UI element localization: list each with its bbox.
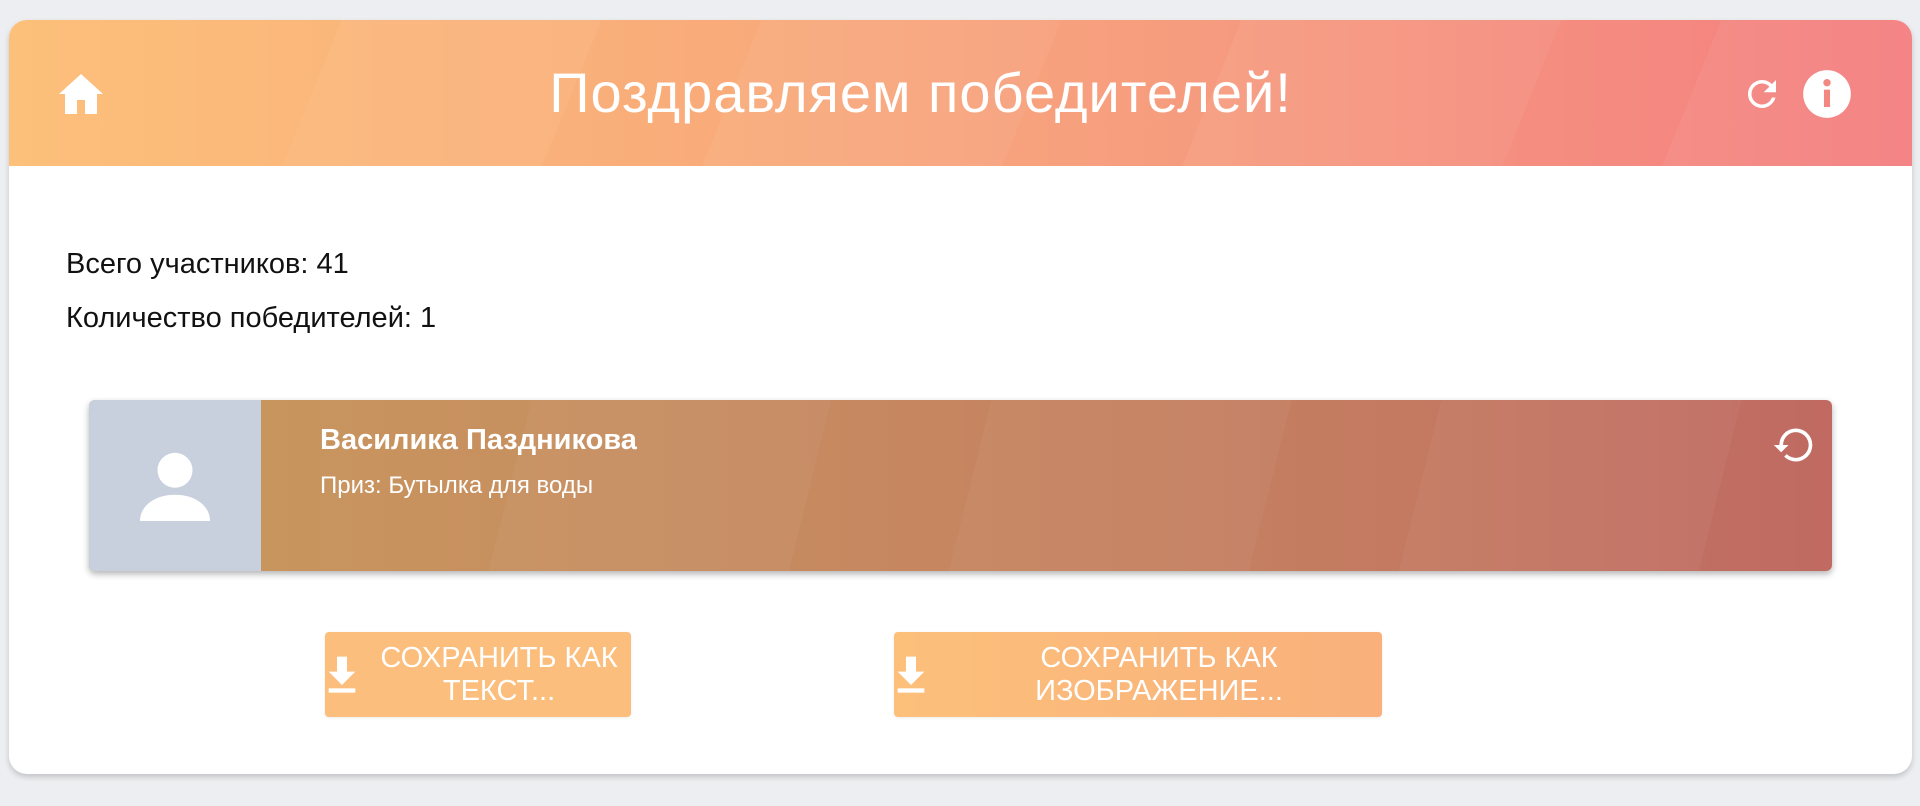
winner-card: Василика Паздникова Приз: Бутылка для во… xyxy=(89,400,1832,571)
refresh-icon xyxy=(1747,79,1776,108)
header-bar: Поздравляем победителей! xyxy=(9,20,1912,166)
save-as-text-button[interactable]: СОХРАНИТЬ КАК ТЕКСТ... xyxy=(325,632,631,717)
download-icon xyxy=(894,655,928,695)
save-as-image-button[interactable]: СОХРАНИТЬ КАК ИЗОБРАЖЕНИЕ... xyxy=(894,632,1382,717)
home-button[interactable] xyxy=(55,68,107,120)
avatar xyxy=(89,400,261,571)
save-as-image-label: СОХРАНИТЬ КАК ИЗОБРАЖЕНИЕ... xyxy=(1035,641,1283,707)
reroll-icon xyxy=(1773,428,1813,462)
download-icon xyxy=(325,655,359,695)
home-icon xyxy=(59,74,103,114)
results-card: Поздравляем победителей! Всего участнико… xyxy=(9,20,1912,774)
winner-stripe xyxy=(941,400,1297,571)
winner-stripe xyxy=(1391,400,1747,571)
total-participants: Всего участников: 41 xyxy=(66,248,349,280)
stats-block: Всего участников: 41 Количество победите… xyxy=(66,237,436,345)
info-button[interactable] xyxy=(1800,67,1854,121)
winners-count: Количество победителей: 1 xyxy=(66,302,437,334)
save-as-text-label: СОХРАНИТЬ КАК ТЕКСТ... xyxy=(380,641,618,707)
winner-prize: Приз: Бутылка для воды xyxy=(320,472,594,499)
refresh-button[interactable] xyxy=(1737,69,1787,119)
reroll-button[interactable] xyxy=(1769,420,1819,470)
page-title: Поздравляем победителей! xyxy=(549,61,1292,124)
user-placeholder-icon xyxy=(140,452,210,521)
winner-name: Василика Паздникова xyxy=(320,424,637,456)
info-icon xyxy=(1803,70,1851,118)
